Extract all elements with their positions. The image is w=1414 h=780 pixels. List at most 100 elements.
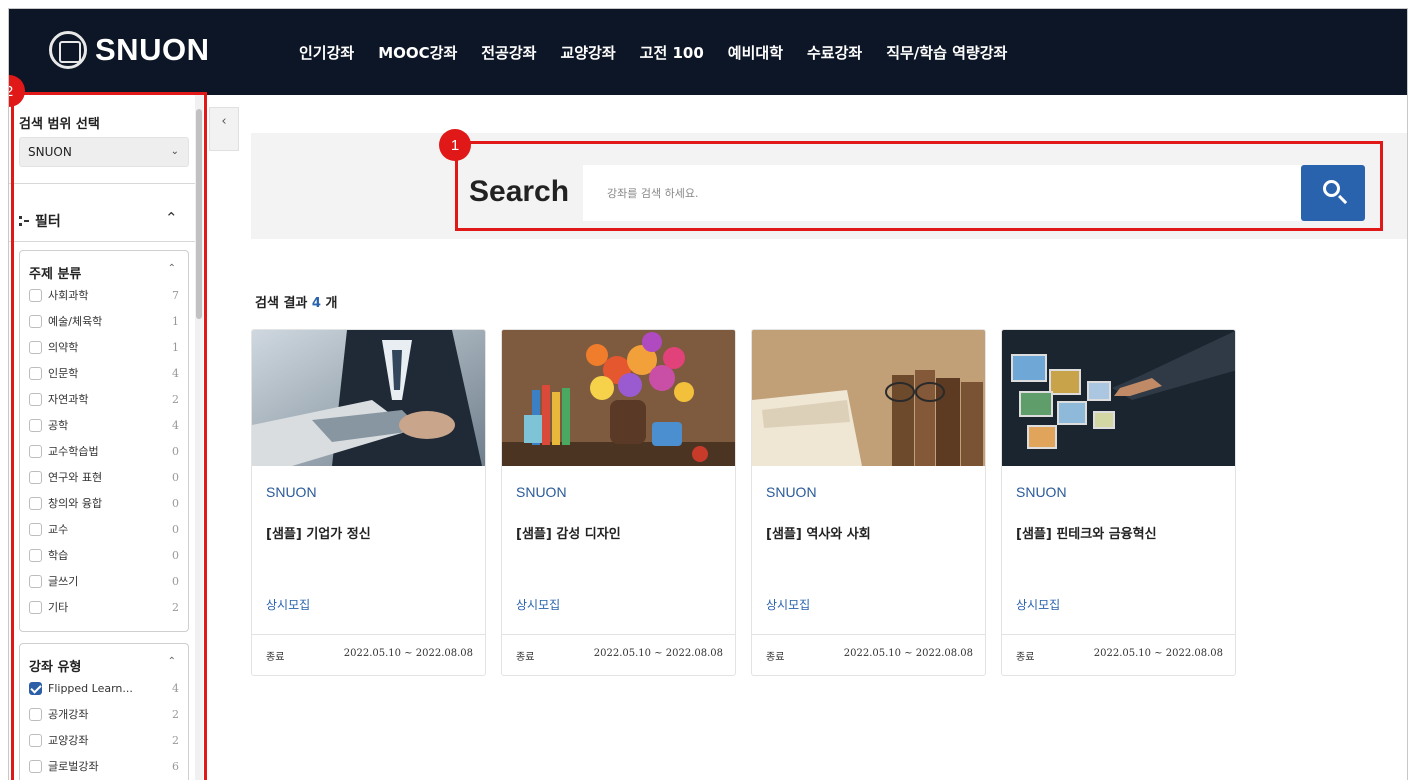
checkbox[interactable] <box>29 548 42 562</box>
checkbox[interactable] <box>29 470 42 484</box>
checkbox-checked[interactable] <box>29 681 42 695</box>
filter-option[interactable]: 창의와 융합 0 <box>29 493 179 513</box>
filter-option[interactable]: 연구와 표현 0 <box>29 467 179 487</box>
course-thumbnail[interactable] <box>752 330 985 466</box>
course-state: 종료 <box>766 652 785 663</box>
filter-option[interactable]: Flipped Learn... 4 <box>29 678 179 698</box>
filter-option[interactable]: 예술/체육학 1 <box>29 311 179 331</box>
search-input[interactable]: 강좌를 검색 하세요. <box>583 165 1301 221</box>
logo[interactable]: SNUON <box>49 31 209 69</box>
filter-option[interactable]: 사회과학 7 <box>29 285 179 305</box>
checkbox[interactable] <box>29 392 42 406</box>
filter-icon <box>19 215 29 227</box>
filter-option[interactable]: 교수 0 <box>29 519 179 539</box>
search-button[interactable] <box>1301 165 1365 221</box>
course-status: 상시모집 <box>766 598 811 612</box>
sidebar-scrollbar[interactable] <box>195 95 203 780</box>
filter-option[interactable]: 교수학습법 0 <box>29 441 179 461</box>
option-count: 1 <box>172 314 179 328</box>
search-heading: Search <box>469 175 570 208</box>
menu-item-classics[interactable]: 고전 100 <box>640 42 704 63</box>
course-thumbnail[interactable] <box>252 330 485 466</box>
search-section: Search 강좌를 검색 하세요. <box>251 133 1407 239</box>
course-state: 종료 <box>1016 652 1035 663</box>
checkbox[interactable] <box>29 340 42 354</box>
checkbox[interactable] <box>29 444 42 458</box>
filter-option[interactable]: 기타 2 <box>29 597 179 617</box>
checkbox[interactable] <box>29 707 42 721</box>
course-dates: 2022.05.10 ~ 2022.08.08 <box>843 648 973 659</box>
course-thumbnail[interactable] <box>502 330 735 466</box>
course-state: 종료 <box>516 652 535 663</box>
main-menu: 인기강좌 MOOC강좌 전공강좌 교양강좌 고전 100 예비대학 수료강좌 직… <box>299 42 1007 63</box>
course-org: SNUON <box>516 484 567 500</box>
filter-collapse-button[interactable]: ⌃ <box>165 209 178 227</box>
checkbox[interactable] <box>29 418 42 432</box>
course-title[interactable]: [샘플] 감성 디자인 <box>516 523 621 542</box>
scrollbar-thumb[interactable] <box>196 109 202 319</box>
checkbox[interactable] <box>29 496 42 510</box>
course-dates: 2022.05.10 ~ 2022.08.08 <box>1093 648 1223 659</box>
university-emblem-icon <box>49 31 87 69</box>
course-title[interactable]: [샘플] 역사와 사회 <box>766 523 871 542</box>
filter-option[interactable]: 글로벌강좌 6 <box>29 756 179 776</box>
option-label: 글쓰기 <box>48 575 79 588</box>
menu-item-popular[interactable]: 인기강좌 <box>299 42 354 63</box>
option-label: 교양강좌 <box>48 734 89 747</box>
checkbox[interactable] <box>29 574 42 588</box>
menu-item-completed[interactable]: 수료강좌 <box>807 42 862 63</box>
checkbox[interactable] <box>29 600 42 614</box>
course-card[interactable]: SNUON [샘플] 감성 디자인 상시모집 종료 2022.05.10 ~ 2… <box>501 329 736 676</box>
chevron-left-icon: ‹ <box>221 114 227 129</box>
filter-option[interactable]: 공학 4 <box>29 415 179 435</box>
app-window: SNUON 인기강좌 MOOC강좌 전공강좌 교양강좌 고전 100 예비대학 … <box>8 8 1408 780</box>
checkbox[interactable] <box>29 288 42 302</box>
course-title[interactable]: [샘플] 기업가 정신 <box>266 523 371 542</box>
checkbox[interactable] <box>29 759 42 773</box>
filter-option[interactable]: 인문학 4 <box>29 363 179 383</box>
course-org: SNUON <box>1016 484 1067 500</box>
course-card[interactable]: SNUON [샘플] 역사와 사회 상시모집 종료 2022.05.10 ~ 2… <box>751 329 986 676</box>
sidebar-collapse-button[interactable]: ‹ <box>209 107 239 151</box>
checkbox[interactable] <box>29 314 42 328</box>
menu-item-mooc[interactable]: MOOC강좌 <box>378 42 457 63</box>
group-title: 주제 분류 <box>29 267 82 282</box>
results-unit: 개 <box>325 296 338 311</box>
course-card[interactable]: SNUON [샘플] 핀테크와 금융혁신 상시모집 종료 2022.05.10 … <box>1001 329 1236 676</box>
filter-header: 필터 <box>19 211 61 231</box>
scope-select[interactable]: SNUON ⌄ <box>19 137 189 167</box>
menu-item-competency[interactable]: 직무/학습 역량강좌 <box>886 42 1007 63</box>
option-label: 연구와 표현 <box>48 471 103 484</box>
menu-item-liberal-arts[interactable]: 교양강좌 <box>560 42 615 63</box>
checkbox[interactable] <box>29 366 42 380</box>
filter-group-subject: 주제 분류 ⌃ 사회과학 7 예술/체육학 1 의약학 1 인문학 4 자연과학 2 공학… <box>19 250 189 632</box>
filter-sidebar: 검색 범위 선택 SNUON ⌄ 필터 ⌃ 주제 분류 ⌃ 사회과학 7 예술/체… <box>9 95 203 780</box>
option-label: 글로벌강좌 <box>48 760 99 773</box>
filter-label: 필터 <box>35 214 61 230</box>
checkbox[interactable] <box>29 522 42 536</box>
option-count: 2 <box>172 600 179 614</box>
chevron-up-icon[interactable]: ⌃ <box>168 656 176 667</box>
option-count: 4 <box>172 681 179 695</box>
chevron-up-icon[interactable]: ⌃ <box>168 263 176 274</box>
filter-option[interactable]: 의약학 1 <box>29 337 179 357</box>
option-label: 예술/체육학 <box>48 315 103 328</box>
course-status: 상시모집 <box>1016 598 1061 612</box>
checkbox[interactable] <box>29 733 42 747</box>
scope-select-value: SNUON <box>28 145 72 159</box>
option-label: 기타 <box>48 601 69 614</box>
option-label: 창의와 융합 <box>48 497 103 510</box>
course-title[interactable]: [샘플] 핀테크와 금융혁신 <box>1016 523 1157 542</box>
filter-option[interactable]: 학습 0 <box>29 545 179 565</box>
filter-option[interactable]: 교양강좌 2 <box>29 730 179 750</box>
option-count: 2 <box>172 707 179 721</box>
filter-option[interactable]: 자연과학 2 <box>29 389 179 409</box>
menu-item-preliminary[interactable]: 예비대학 <box>728 42 783 63</box>
filter-option[interactable]: 글쓰기 0 <box>29 571 179 591</box>
course-thumbnail[interactable] <box>1002 330 1235 466</box>
course-card[interactable]: SNUON [샘플] 기업가 정신 상시모집 종료 2022.05.10 ~ 2… <box>251 329 486 676</box>
menu-item-major[interactable]: 전공강좌 <box>481 42 536 63</box>
option-label: 공학 <box>48 419 69 432</box>
results-number: 4 <box>311 296 321 311</box>
filter-option[interactable]: 공개강좌 2 <box>29 704 179 724</box>
